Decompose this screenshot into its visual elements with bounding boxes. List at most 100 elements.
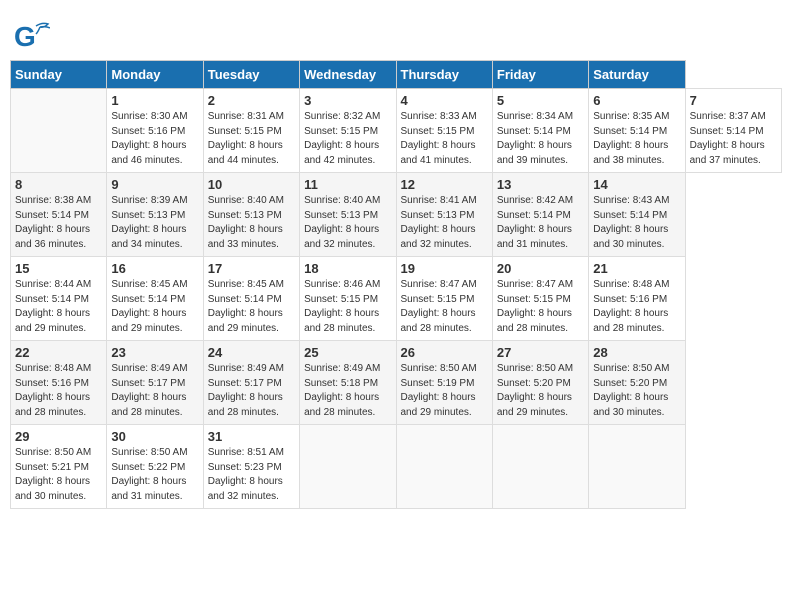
day-number: 31 bbox=[208, 429, 295, 444]
header-day: Saturday bbox=[589, 61, 685, 89]
calendar-week-row: 29 Sunrise: 8:50 AM Sunset: 5:21 PM Dayli… bbox=[11, 425, 782, 509]
day-info: Sunrise: 8:48 AM Sunset: 5:16 PM Dayligh… bbox=[15, 362, 102, 420]
day-number: 18 bbox=[304, 261, 391, 276]
day-info: Sunrise: 8:51 AM Sunset: 5:23 PM Dayligh… bbox=[208, 446, 295, 504]
day-info: Sunrise: 8:41 AM Sunset: 5:13 PM Dayligh… bbox=[401, 194, 488, 252]
calendar-day-cell: 9 Sunrise: 8:39 AM Sunset: 5:13 PM Daylig… bbox=[107, 173, 203, 257]
day-info: Sunrise: 8:32 AM Sunset: 5:15 PM Dayligh… bbox=[304, 110, 391, 168]
calendar-day-cell: 6Sunrise: 8:35 AM Sunset: 5:14 PM Daylig… bbox=[589, 89, 685, 173]
day-info: Sunrise: 8:39 AM Sunset: 5:13 PM Dayligh… bbox=[111, 194, 198, 252]
svg-text:G: G bbox=[14, 21, 36, 52]
day-number: 14 bbox=[593, 177, 680, 192]
day-info: Sunrise: 8:49 AM Sunset: 5:17 PM Dayligh… bbox=[111, 362, 198, 420]
calendar-day-cell: 27Sunrise: 8:50 AM Sunset: 5:20 PM Dayli… bbox=[492, 341, 588, 425]
day-number: 4 bbox=[401, 93, 488, 108]
day-info: Sunrise: 8:33 AM Sunset: 5:15 PM Dayligh… bbox=[401, 110, 488, 168]
calendar-day-cell bbox=[396, 425, 492, 509]
day-number: 10 bbox=[208, 177, 295, 192]
header-row: SundayMondayTuesdayWednesdayThursdayFrid… bbox=[11, 61, 782, 89]
calendar-table: SundayMondayTuesdayWednesdayThursdayFrid… bbox=[10, 60, 782, 509]
day-number: 22 bbox=[15, 345, 102, 360]
day-info: Sunrise: 8:47 AM Sunset: 5:15 PM Dayligh… bbox=[401, 278, 488, 336]
calendar-day-cell: 3 Sunrise: 8:32 AM Sunset: 5:15 PM Daylig… bbox=[300, 89, 396, 173]
day-number: 3 bbox=[304, 93, 391, 108]
calendar-week-row: 8 Sunrise: 8:38 AM Sunset: 5:14 PM Daylig… bbox=[11, 173, 782, 257]
day-number: 28 bbox=[593, 345, 680, 360]
day-info: Sunrise: 8:35 AM Sunset: 5:14 PM Dayligh… bbox=[593, 110, 680, 168]
calendar-day-cell: 31 Sunrise: 8:51 AM Sunset: 5:23 PM Dayli… bbox=[203, 425, 299, 509]
calendar-day-cell bbox=[11, 89, 107, 173]
day-info: Sunrise: 8:38 AM Sunset: 5:14 PM Dayligh… bbox=[15, 194, 102, 252]
day-number: 5 bbox=[497, 93, 584, 108]
calendar-day-cell: 17Sunrise: 8:45 AM Sunset: 5:14 PM Dayli… bbox=[203, 257, 299, 341]
day-number: 8 bbox=[15, 177, 102, 192]
calendar-day-cell: 1 Sunrise: 8:30 AM Sunset: 5:16 PM Daylig… bbox=[107, 89, 203, 173]
calendar-day-cell: 5 Sunrise: 8:34 AM Sunset: 5:14 PM Daylig… bbox=[492, 89, 588, 173]
day-info: Sunrise: 8:50 AM Sunset: 5:22 PM Dayligh… bbox=[111, 446, 198, 504]
day-info: Sunrise: 8:34 AM Sunset: 5:14 PM Dayligh… bbox=[497, 110, 584, 168]
day-info: Sunrise: 8:50 AM Sunset: 5:19 PM Dayligh… bbox=[401, 362, 488, 420]
day-info: Sunrise: 8:37 AM Sunset: 5:14 PM Dayligh… bbox=[690, 110, 777, 168]
day-number: 9 bbox=[111, 177, 198, 192]
day-number: 20 bbox=[497, 261, 584, 276]
day-info: Sunrise: 8:44 AM Sunset: 5:14 PM Dayligh… bbox=[15, 278, 102, 336]
calendar-header: SundayMondayTuesdayWednesdayThursdayFrid… bbox=[11, 61, 782, 89]
day-number: 25 bbox=[304, 345, 391, 360]
calendar-day-cell: 28 Sunrise: 8:50 AM Sunset: 5:20 PM Dayli… bbox=[589, 341, 685, 425]
calendar-day-cell: 14 Sunrise: 8:43 AM Sunset: 5:14 PM Dayli… bbox=[589, 173, 685, 257]
day-number: 19 bbox=[401, 261, 488, 276]
calendar-day-cell: 23 Sunrise: 8:49 AM Sunset: 5:17 PM Dayli… bbox=[107, 341, 203, 425]
calendar-day-cell: 19 Sunrise: 8:47 AM Sunset: 5:15 PM Dayli… bbox=[396, 257, 492, 341]
day-number: 2 bbox=[208, 93, 295, 108]
calendar-week-row: 15 Sunrise: 8:44 AM Sunset: 5:14 PM Dayli… bbox=[11, 257, 782, 341]
day-info: Sunrise: 8:42 AM Sunset: 5:14 PM Dayligh… bbox=[497, 194, 584, 252]
day-info: Sunrise: 8:40 AM Sunset: 5:13 PM Dayligh… bbox=[208, 194, 295, 252]
day-info: Sunrise: 8:30 AM Sunset: 5:16 PM Dayligh… bbox=[111, 110, 198, 168]
logo-icon: G bbox=[14, 18, 50, 54]
day-info: Sunrise: 8:45 AM Sunset: 5:14 PM Dayligh… bbox=[111, 278, 198, 336]
calendar-day-cell: 25 Sunrise: 8:49 AM Sunset: 5:18 PM Dayli… bbox=[300, 341, 396, 425]
day-info: Sunrise: 8:31 AM Sunset: 5:15 PM Dayligh… bbox=[208, 110, 295, 168]
calendar-day-cell: 18 Sunrise: 8:46 AM Sunset: 5:15 PM Dayli… bbox=[300, 257, 396, 341]
calendar-day-cell: 29 Sunrise: 8:50 AM Sunset: 5:21 PM Dayli… bbox=[11, 425, 107, 509]
day-number: 30 bbox=[111, 429, 198, 444]
calendar-day-cell: 21Sunrise: 8:48 AM Sunset: 5:16 PM Dayli… bbox=[589, 257, 685, 341]
day-number: 13 bbox=[497, 177, 584, 192]
calendar-day-cell: 10 Sunrise: 8:40 AM Sunset: 5:13 PM Dayli… bbox=[203, 173, 299, 257]
day-number: 17 bbox=[208, 261, 295, 276]
calendar-day-cell: 7 Sunrise: 8:37 AM Sunset: 5:14 PM Daylig… bbox=[685, 89, 781, 173]
calendar-day-cell: 20 Sunrise: 8:47 AM Sunset: 5:15 PM Dayli… bbox=[492, 257, 588, 341]
calendar-day-cell: 16 Sunrise: 8:45 AM Sunset: 5:14 PM Dayli… bbox=[107, 257, 203, 341]
calendar-day-cell bbox=[589, 425, 685, 509]
calendar-day-cell: 24Sunrise: 8:49 AM Sunset: 5:17 PM Dayli… bbox=[203, 341, 299, 425]
day-number: 7 bbox=[690, 93, 777, 108]
day-info: Sunrise: 8:50 AM Sunset: 5:20 PM Dayligh… bbox=[497, 362, 584, 420]
header-day: Tuesday bbox=[203, 61, 299, 89]
day-info: Sunrise: 8:47 AM Sunset: 5:15 PM Dayligh… bbox=[497, 278, 584, 336]
day-info: Sunrise: 8:50 AM Sunset: 5:21 PM Dayligh… bbox=[15, 446, 102, 504]
day-info: Sunrise: 8:48 AM Sunset: 5:16 PM Dayligh… bbox=[593, 278, 680, 336]
day-number: 23 bbox=[111, 345, 198, 360]
day-info: Sunrise: 8:46 AM Sunset: 5:15 PM Dayligh… bbox=[304, 278, 391, 336]
header-day: Friday bbox=[492, 61, 588, 89]
calendar-body: 1 Sunrise: 8:30 AM Sunset: 5:16 PM Daylig… bbox=[11, 89, 782, 509]
header-day: Thursday bbox=[396, 61, 492, 89]
day-info: Sunrise: 8:43 AM Sunset: 5:14 PM Dayligh… bbox=[593, 194, 680, 252]
calendar-day-cell bbox=[300, 425, 396, 509]
day-number: 16 bbox=[111, 261, 198, 276]
calendar-day-cell: 26Sunrise: 8:50 AM Sunset: 5:19 PM Dayli… bbox=[396, 341, 492, 425]
day-number: 15 bbox=[15, 261, 102, 276]
calendar-day-cell: 22 Sunrise: 8:48 AM Sunset: 5:16 PM Dayli… bbox=[11, 341, 107, 425]
day-info: Sunrise: 8:50 AM Sunset: 5:20 PM Dayligh… bbox=[593, 362, 680, 420]
header-day: Monday bbox=[107, 61, 203, 89]
day-number: 12 bbox=[401, 177, 488, 192]
day-info: Sunrise: 8:49 AM Sunset: 5:18 PM Dayligh… bbox=[304, 362, 391, 420]
calendar-day-cell: 30 Sunrise: 8:50 AM Sunset: 5:22 PM Dayli… bbox=[107, 425, 203, 509]
day-number: 29 bbox=[15, 429, 102, 444]
calendar-week-row: 22 Sunrise: 8:48 AM Sunset: 5:16 PM Dayli… bbox=[11, 341, 782, 425]
page-header: G bbox=[10, 10, 782, 54]
calendar-day-cell: 2 Sunrise: 8:31 AM Sunset: 5:15 PM Daylig… bbox=[203, 89, 299, 173]
calendar-day-cell: 15 Sunrise: 8:44 AM Sunset: 5:14 PM Dayli… bbox=[11, 257, 107, 341]
day-number: 1 bbox=[111, 93, 198, 108]
calendar-day-cell: 8 Sunrise: 8:38 AM Sunset: 5:14 PM Daylig… bbox=[11, 173, 107, 257]
